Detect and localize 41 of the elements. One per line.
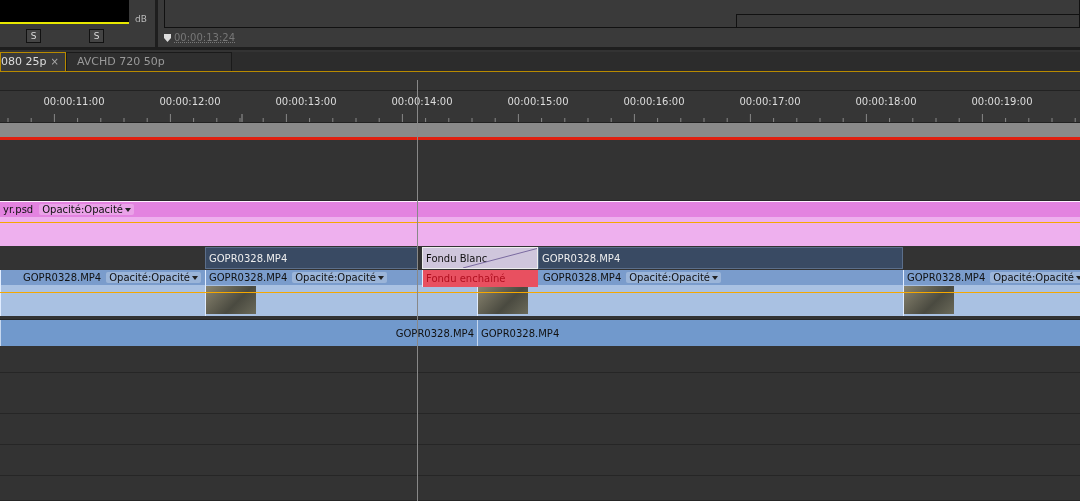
ruler-timecode: 00:00:13:00: [275, 96, 337, 108]
audio-clip[interactable]: GOPR0328.MP4: [477, 320, 1080, 346]
sequence-tab[interactable]: 080 25p ×: [0, 51, 66, 71]
video-clip[interactable]: GOPR0328.MP4 Opacité:Opacité: [0, 270, 205, 316]
effect-dropdown[interactable]: Opacité:Opacité: [990, 272, 1080, 283]
clip-name: yr.psd: [2, 204, 35, 215]
marker-icon: [164, 33, 171, 42]
effect-dropdown[interactable]: Opacité:Opacité: [39, 204, 134, 215]
solo-button[interactable]: S: [89, 29, 104, 43]
ruler-timecode: 00:00:19:00: [971, 96, 1033, 108]
caret-icon: [378, 275, 384, 280]
caret-icon: [712, 275, 718, 280]
video-clip[interactable]: GOPR0328.MP4: [205, 247, 418, 269]
photo-placeholder: [206, 286, 256, 314]
ruler-timecode: 00:00:17:00: [739, 96, 801, 108]
video-clip[interactable]: GOPR0328.MP4: [538, 247, 903, 269]
ruler-timecode: 00:00:15:00: [507, 96, 569, 108]
graphic-clip[interactable]: yr.psd Opacité:Opacité: [0, 201, 1080, 246]
clip-name: GOPR0328.MP4: [542, 272, 623, 283]
effect-dropdown[interactable]: Opacité:Opacité: [106, 272, 201, 283]
ruler-timecode: 00:00:12:00: [159, 96, 221, 108]
transition-clip[interactable]: Fondu Blanc: [422, 247, 538, 269]
video-clip[interactable]: GOPR0328.MP4 Opacité:Opacité: [903, 270, 1080, 316]
caret-icon: [1076, 275, 1080, 280]
ruler-timecode: 00:00:18:00: [855, 96, 917, 108]
photo-placeholder: [904, 286, 954, 314]
clip-name: GOPR0328.MP4: [906, 272, 987, 283]
solo-button[interactable]: S: [26, 29, 41, 43]
effect-dropdown[interactable]: Opacité:Opacité: [626, 272, 721, 283]
audio-clip[interactable]: GOPR0328.MP4: [0, 320, 477, 346]
meter-unit: dB: [135, 14, 147, 24]
effect-dropdown[interactable]: Opacité:Opacité: [292, 272, 387, 283]
clip-name: GOPR0328.MP4: [208, 272, 289, 283]
caret-icon: [124, 207, 131, 212]
caret-icon: [192, 275, 198, 280]
ruler-timecode: 00:00:14:00: [391, 96, 453, 108]
clip-name: GOPR0328.MP4: [22, 272, 103, 283]
sequence-tab[interactable]: AVCHD 720 50p: [65, 51, 232, 71]
close-icon[interactable]: ×: [50, 56, 59, 68]
ruler-timecode: 00:00:11:00: [43, 96, 105, 108]
ruler-timecode: 00:00:16:00: [623, 96, 685, 108]
